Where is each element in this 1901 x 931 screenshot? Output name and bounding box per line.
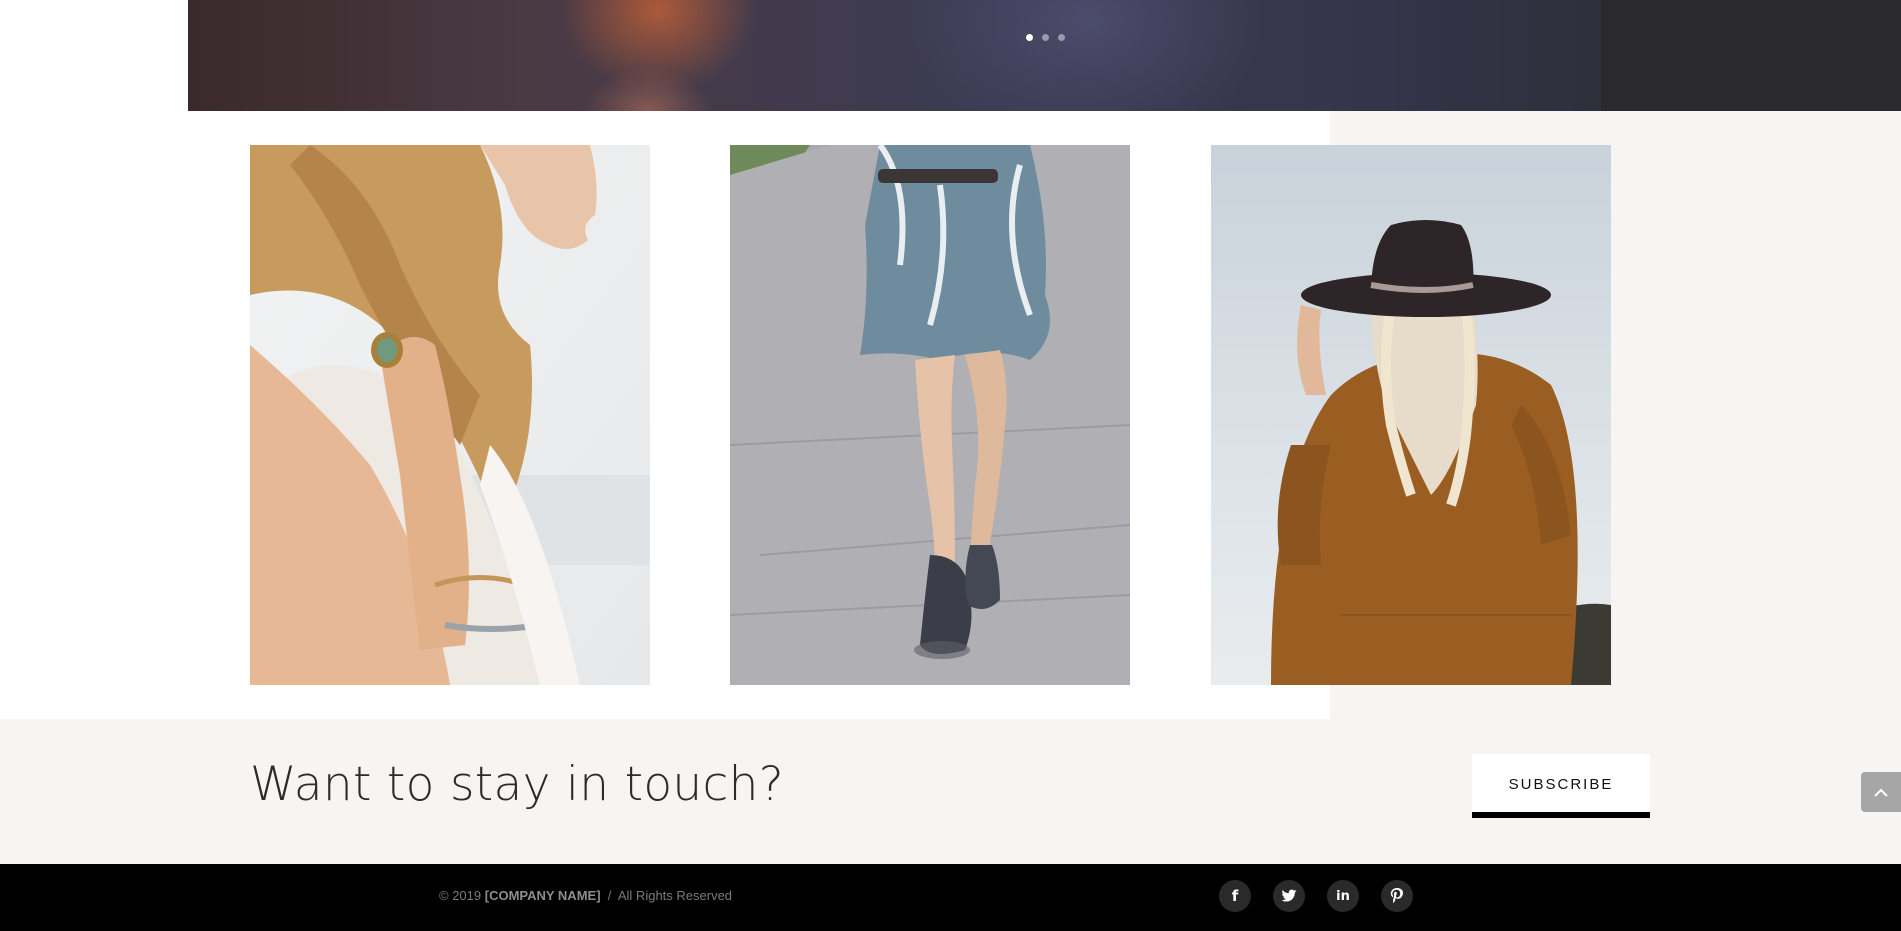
linkedin-link[interactable]: in xyxy=(1327,880,1359,912)
hero-shadow xyxy=(1601,0,1901,111)
twitter-icon xyxy=(1281,889,1297,902)
subscribe-button[interactable]: SUBSCRIBE xyxy=(1472,754,1650,818)
pinterest-link[interactable] xyxy=(1381,880,1413,912)
footer xyxy=(0,864,1901,931)
rights-reserved: / All Rights Reserved xyxy=(600,888,733,903)
copyright-year: © 2019 xyxy=(439,888,485,903)
twitter-link[interactable] xyxy=(1273,880,1305,912)
slider-pagination xyxy=(1026,34,1065,41)
footer-copyright: © 2019 [COMPANY NAME] / All Rights Reser… xyxy=(439,888,732,903)
facebook-icon: f xyxy=(1231,886,1239,905)
pinterest-icon xyxy=(1390,888,1403,904)
gallery-image-dress-boots xyxy=(730,145,1130,685)
hero-slider xyxy=(188,0,1901,111)
newsletter-headline: Want to stay in touch? xyxy=(250,757,784,812)
chevron-up-icon xyxy=(1874,788,1888,797)
back-to-top-button[interactable] xyxy=(1861,772,1901,812)
gallery-image-woman-hat xyxy=(1211,145,1611,685)
facebook-link[interactable]: f xyxy=(1219,880,1251,912)
linkedin-icon: in xyxy=(1336,888,1350,904)
company-name: [COMPANY NAME] xyxy=(484,888,601,903)
gallery-image-woman-ring xyxy=(250,145,650,685)
slider-dot-1[interactable] xyxy=(1026,34,1033,41)
slider-dot-3[interactable] xyxy=(1058,34,1065,41)
slider-dot-2[interactable] xyxy=(1042,34,1049,41)
